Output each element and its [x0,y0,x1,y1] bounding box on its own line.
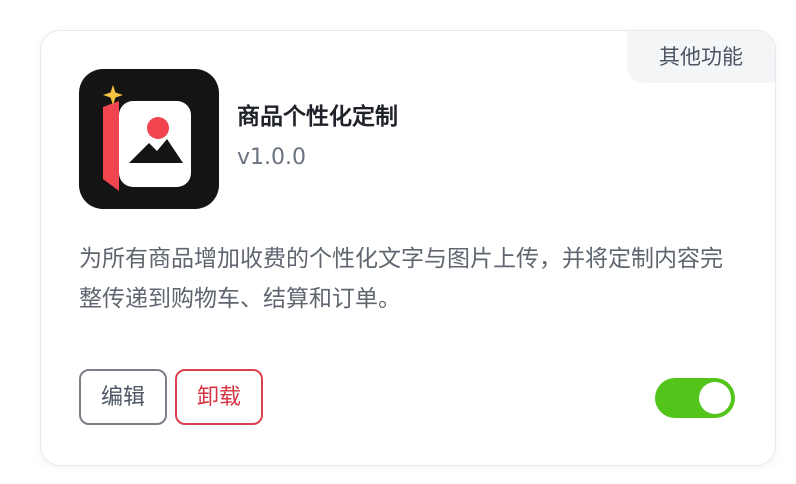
personalized-image-product-icon [103,85,191,191]
edit-button[interactable]: 编辑 [79,369,167,425]
plugin-card: 其他功能 商品个性化定制 v1.0.0 为所有商品增加收费的个性化文字与图片上传… [40,30,776,466]
app-name: 商品个性化定制 [237,104,398,130]
uninstall-button[interactable]: 卸载 [175,369,263,425]
enable-toggle[interactable] [655,378,735,418]
photo-page-shape [119,101,191,187]
sparkle-icon [103,85,123,105]
app-icon [79,69,219,209]
sun-circle [147,117,169,139]
app-version: v1.0.0 [237,145,306,170]
book-spine-shape [103,101,119,191]
category-tag: 其他功能 [627,31,775,83]
app-description: 为所有商品增加收费的个性化文字与图片上传，并将定制内容完整传递到购物车、结算和订… [79,246,723,312]
toggle-knob [699,382,731,414]
